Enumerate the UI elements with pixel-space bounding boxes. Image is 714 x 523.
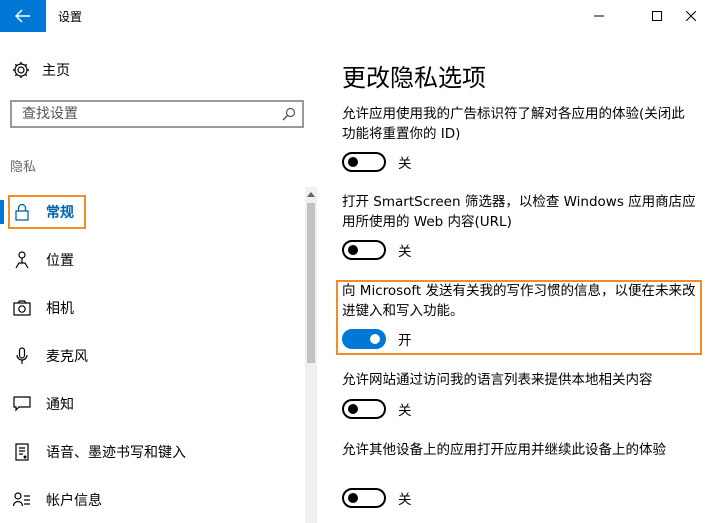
back-button[interactable] [0, 0, 46, 32]
toggle-knob [348, 404, 358, 414]
search-box[interactable] [10, 100, 304, 128]
sidebar-item-label: 相机 [46, 301, 74, 317]
close-icon [686, 11, 696, 21]
speech-document-icon [12, 442, 32, 462]
annotation-highlight-general [8, 195, 86, 229]
toggle-knob [348, 245, 358, 255]
title-bar: 设置 [0, 0, 714, 32]
option-advertising-id-text: 允许应用使用我的广告标识符了解对各应用的体验(关闭此功能将重置你的 ID) [342, 106, 685, 142]
sidebar-item-location[interactable]: 位置 [0, 240, 304, 280]
sidebar-item-label: 麦克风 [46, 349, 88, 365]
home-label: 主页 [42, 63, 70, 79]
sidebar-item-microphone[interactable]: 麦克风 [0, 336, 304, 376]
home-link[interactable]: 主页 [12, 60, 70, 80]
maximize-icon [652, 11, 662, 21]
sidebar-item-label: 帐户信息 [46, 493, 102, 509]
toggle-state-label: 关 [398, 244, 412, 260]
page-title: 更改隐私选项 [342, 64, 486, 92]
toggle-smartscreen[interactable] [342, 240, 386, 260]
sidebar-item-notifications[interactable]: 通知 [0, 384, 304, 424]
minimize-button[interactable] [576, 0, 622, 32]
minimize-icon [594, 15, 604, 17]
sidebar-item-account-info[interactable]: 帐户信息 [0, 480, 304, 520]
scroll-thumb[interactable] [307, 203, 315, 363]
scroll-up-button[interactable] [305, 187, 317, 201]
toggle-cross-device[interactable] [342, 488, 386, 508]
camera-icon [12, 298, 32, 318]
active-indicator [0, 200, 4, 224]
account-info-icon [12, 490, 32, 510]
toggle-knob [348, 157, 358, 167]
back-arrow-icon [15, 9, 30, 23]
sidebar-item-label: 位置 [46, 253, 74, 269]
sidebar-item-label: 通知 [46, 397, 74, 413]
toggle-state-label: 关 [398, 403, 412, 419]
toggle-language-list[interactable] [342, 399, 386, 419]
toggle-advertising-id[interactable] [342, 152, 386, 172]
search-input[interactable] [22, 106, 272, 122]
search-icon[interactable] [282, 107, 296, 121]
section-label-privacy: 隐私 [10, 160, 37, 175]
close-button[interactable] [668, 0, 714, 32]
sidebar-item-speech-inking-typing[interactable]: 语音、墨迹书写和键入 [0, 432, 304, 472]
toggle-state-label: 关 [398, 492, 412, 508]
window-title: 设置 [58, 10, 83, 24]
sidebar: 主页 隐私 常规 位置 相机 麦克风 [0, 32, 320, 523]
toggle-knob [348, 493, 358, 503]
triangle-up-icon [307, 191, 315, 197]
location-icon [12, 250, 32, 270]
option-language-list-text: 允许网站通过访问我的语言列表来提供本地相关内容 [342, 372, 653, 388]
sidebar-item-label: 语音、墨迹书写和键入 [46, 445, 186, 461]
toggle-state-label: 关 [398, 156, 412, 172]
option-smartscreen-text: 打开 SmartScreen 筛选器，以检查 Windows 应用商店应用所使用… [342, 194, 696, 230]
option-cross-device-text: 允许其他设备上的应用打开应用并继续此设备上的体验 [342, 442, 666, 458]
gear-icon [13, 62, 29, 78]
main-content: 更改隐私选项 允许应用使用我的广告标识符了解对各应用的体验(关闭此功能将重置你的… [328, 32, 714, 523]
sidebar-item-camera[interactable]: 相机 [0, 288, 304, 328]
chat-bubble-icon [12, 394, 32, 414]
annotation-highlight-writing-habits [336, 280, 702, 355]
microphone-icon [12, 346, 32, 366]
sidebar-scrollbar[interactable] [305, 187, 317, 523]
